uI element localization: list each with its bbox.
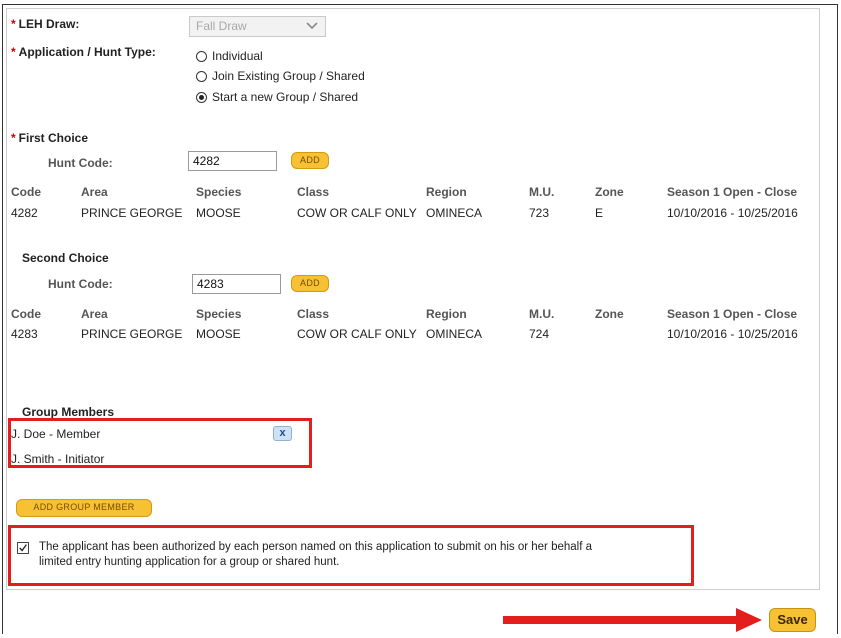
arrow-right-icon [736, 608, 762, 632]
checkmark-icon [19, 544, 27, 552]
cell-zone: E [595, 206, 604, 220]
authorization-text-line-2: limited entry hunting application for a … [39, 556, 340, 568]
chevron-down-icon [306, 22, 318, 30]
second-choice-add-button[interactable]: ADD [291, 275, 329, 292]
first-choice-hunt-code-input[interactable] [188, 151, 277, 171]
col-region: Region [426, 307, 467, 321]
group-members-heading: Group Members [22, 405, 115, 419]
col-species: Species [196, 307, 242, 321]
col-class: Class [297, 307, 330, 321]
group-member-item: J. Doe - Member [11, 427, 101, 441]
radio-start-new-group[interactable] [196, 92, 207, 103]
group-member-item: J. Smith - Initiator [11, 452, 105, 466]
pointer-arrow-shaft [503, 616, 738, 624]
col-code: Code [11, 307, 41, 321]
cell-class: COW OR CALF ONLY [297, 327, 417, 341]
required-marker: * [11, 131, 16, 145]
col-species: Species [196, 185, 242, 199]
second-choice-heading: Second Choice [22, 251, 109, 265]
col-zone: Zone [595, 307, 624, 321]
cell-mu: 724 [529, 327, 550, 341]
first-choice-heading: * First Choice [11, 131, 88, 145]
radio-join-existing-group[interactable] [196, 71, 207, 82]
col-area: Area [81, 185, 108, 199]
cell-region: OMINECA [426, 206, 483, 220]
cell-species: MOOSE [196, 206, 241, 220]
cell-season: 10/10/2016 - 10/25/2016 [667, 206, 798, 220]
col-zone: Zone [595, 185, 624, 199]
col-code: Code [11, 185, 41, 199]
col-class: Class [297, 185, 330, 199]
leh-draw-selected-value: Fall Draw [196, 19, 247, 33]
cell-class: COW OR CALF ONLY [297, 206, 417, 220]
col-area: Area [81, 307, 108, 321]
required-marker: * [11, 17, 16, 31]
leh-draw-label-text: LEH Draw: [18, 17, 80, 31]
cell-code: 4283 [11, 327, 38, 341]
radio-join-existing-group-label[interactable]: Join Existing Group / Shared [212, 69, 365, 83]
cell-mu: 723 [529, 206, 550, 220]
cell-area: PRINCE GEORGE [81, 206, 183, 220]
cell-code: 4282 [11, 206, 38, 220]
col-season: Season 1 Open - Close [667, 307, 798, 321]
first-choice-add-button[interactable]: ADD [291, 152, 329, 169]
radio-start-new-group-label[interactable]: Start a new Group / Shared [212, 90, 358, 104]
radio-individual-label[interactable]: Individual [212, 49, 263, 63]
radio-individual[interactable] [196, 51, 207, 62]
col-mu: M.U. [529, 307, 555, 321]
authorization-text-line-1: The applicant has been authorized by eac… [39, 541, 592, 553]
add-group-member-button[interactable]: ADD GROUP MEMBER [16, 499, 152, 517]
authorization-checkbox[interactable] [17, 542, 29, 554]
second-choice-hunt-code-label: Hunt Code: [48, 277, 113, 291]
application-type-label-text: Application / Hunt Type: [18, 45, 156, 59]
required-marker: * [11, 45, 16, 59]
col-season: Season 1 Open - Close [667, 185, 798, 199]
remove-member-button[interactable]: x [273, 426, 292, 441]
cell-region: OMINECA [426, 327, 483, 341]
col-mu: M.U. [529, 185, 555, 199]
cell-area: PRINCE GEORGE [81, 327, 183, 341]
leh-draw-label: * LEH Draw: [11, 17, 79, 31]
cell-season: 10/10/2016 - 10/25/2016 [667, 327, 798, 341]
first-choice-hunt-code-label: Hunt Code: [48, 156, 113, 170]
col-region: Region [426, 185, 467, 199]
second-choice-hunt-code-input[interactable] [192, 274, 281, 294]
cell-species: MOOSE [196, 327, 241, 341]
leh-draw-select[interactable]: Fall Draw [189, 16, 326, 37]
save-button[interactable]: Save [769, 608, 816, 632]
application-type-label: * Application / Hunt Type: [11, 45, 156, 59]
first-choice-heading-text: First Choice [18, 131, 89, 145]
